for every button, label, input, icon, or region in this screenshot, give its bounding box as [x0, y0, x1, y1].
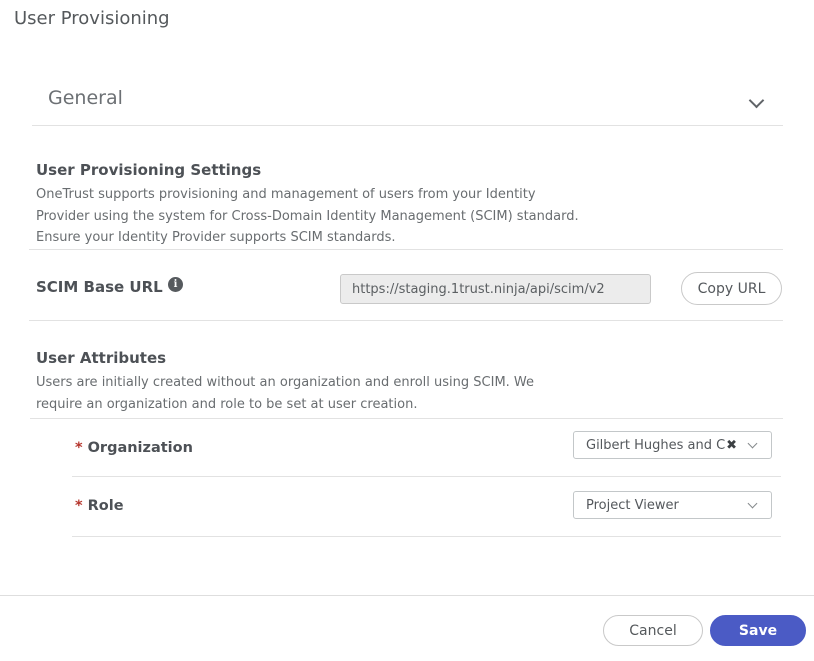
- role-selected-value: Project Viewer: [574, 498, 747, 513]
- required-marker: *: [75, 440, 83, 456]
- user-attributes-heading: User Attributes: [36, 349, 166, 367]
- description-line: Users are initially created without an o…: [36, 372, 534, 394]
- provisioning-settings-description: OneTrust supports provisioning and manag…: [36, 184, 579, 249]
- footer-divider: [0, 595, 814, 596]
- cancel-button[interactable]: Cancel: [603, 615, 703, 646]
- divider: [30, 418, 783, 419]
- role-label: * Role: [75, 498, 124, 514]
- description-line: Provider using the system for Cross-Doma…: [36, 206, 579, 228]
- user-attributes-description: Users are initially created without an o…: [36, 372, 534, 415]
- organization-label: * Organization: [75, 440, 193, 456]
- required-marker: *: [75, 498, 83, 514]
- divider: [29, 320, 783, 321]
- info-icon[interactable]: i: [168, 277, 183, 292]
- scim-base-url-label: SCIM Base URL: [36, 278, 163, 296]
- clear-icon[interactable]: ✖: [726, 439, 737, 452]
- provisioning-settings-heading: User Provisioning Settings: [36, 161, 261, 179]
- description-line: Ensure your Identity Provider supports S…: [36, 227, 579, 249]
- organization-label-text: Organization: [88, 440, 193, 456]
- organization-selected-value: Gilbert Hughes and C...: [574, 438, 726, 453]
- save-button[interactable]: Save: [710, 615, 806, 646]
- divider: [29, 249, 783, 250]
- role-select[interactable]: Project Viewer: [573, 491, 772, 519]
- accordion-header-general[interactable]: General: [48, 87, 123, 109]
- chevron-down-icon[interactable]: [747, 439, 759, 451]
- divider: [72, 536, 781, 537]
- organization-select[interactable]: Gilbert Hughes and C... ✖: [573, 431, 772, 459]
- description-line: require an organization and role to be s…: [36, 394, 534, 416]
- page-title: User Provisioning: [14, 8, 170, 29]
- description-line: OneTrust supports provisioning and manag…: [36, 184, 579, 206]
- role-label-text: Role: [88, 498, 124, 514]
- divider: [32, 125, 783, 126]
- divider: [72, 476, 781, 477]
- chevron-down-icon[interactable]: [747, 499, 759, 511]
- chevron-down-icon[interactable]: [748, 93, 764, 109]
- user-provisioning-page: User Provisioning General User Provision…: [0, 0, 814, 661]
- copy-url-button[interactable]: Copy URL: [681, 272, 782, 305]
- scim-base-url-input[interactable]: [340, 274, 651, 304]
